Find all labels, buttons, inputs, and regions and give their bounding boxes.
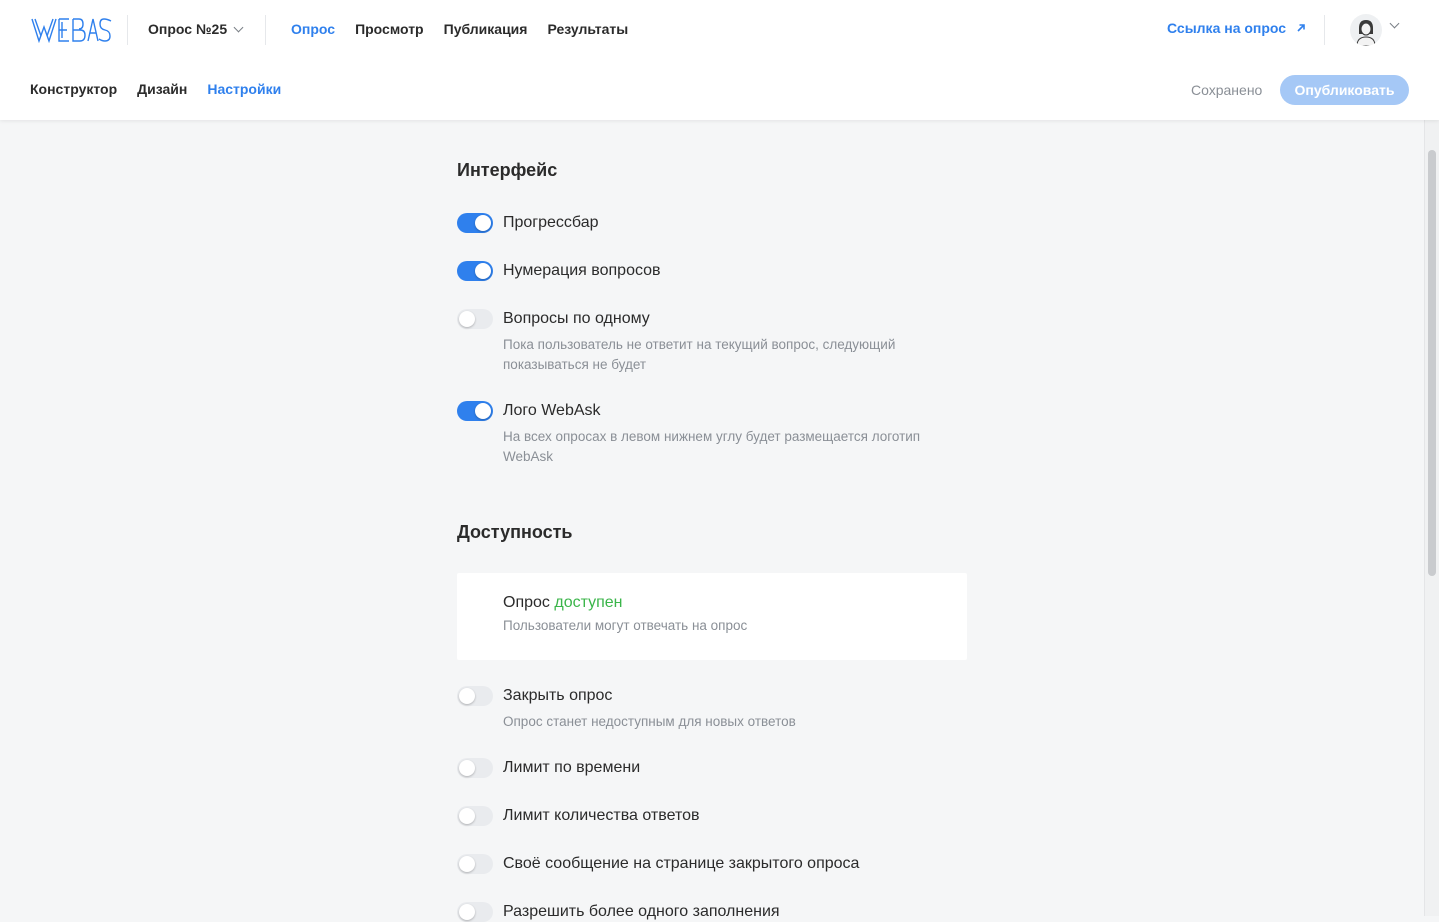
toggle-switch[interactable] [457,309,493,329]
chevron-down-icon[interactable] [1389,18,1400,29]
main-nav-row: Опрос №25 Опрос Просмотр Публикация Резу… [0,0,1439,60]
survey-name: Опрос №25 [148,21,228,37]
status-prefix: Опрос [503,594,550,611]
tab-survey[interactable]: Опрос [291,21,335,37]
toggle-knob [459,856,475,872]
option-label: Разрешить более одного заполнения [503,903,780,920]
webask-logo[interactable] [31,17,113,43]
option-label: Нумерация вопросов [503,262,661,279]
save-status: Сохранено [1191,82,1263,98]
section-title-interface: Интерфейс [457,160,558,180]
external-link-icon [1297,24,1305,32]
survey-link[interactable]: Ссылка на опрос [1167,20,1306,36]
option-description: Опрос станет недоступным для новых ответ… [503,714,796,729]
option-description: Пока пользователь не ответит на текущий … [503,337,896,372]
section-title-availability: Доступность [457,522,573,542]
toggle-knob [459,760,475,776]
divider [1324,15,1325,45]
tab-settings[interactable]: Настройки [207,81,281,97]
toggle-switch[interactable] [457,401,493,421]
toggle-switch[interactable] [457,806,493,826]
main-tabs: Опрос Просмотр Публикация Результаты [291,21,628,37]
tab-constructor[interactable]: Конструктор [30,81,117,97]
toggle-switch[interactable] [457,902,493,922]
toggle-switch[interactable] [457,854,493,874]
option-label: Лого WebAsk [503,402,601,419]
availability-status-card: Опрос доступен Пользователи могут отвеча… [457,573,967,660]
option-label: Лимит по времени [503,759,641,776]
tab-preview[interactable]: Просмотр [355,21,424,37]
toggle-knob [475,215,491,231]
option-label: Вопросы по одному [503,310,650,327]
availability-status: Опрос доступен [503,594,623,612]
chevron-down-icon [233,22,244,32]
divider [265,15,266,45]
divider [127,15,128,45]
toggle-knob [459,311,475,327]
tab-design[interactable]: Дизайн [137,81,187,97]
user-avatar-icon [1356,20,1376,46]
option-label: Закрыть опрос [503,687,613,704]
status-value: доступен [554,594,623,611]
toggle-switch[interactable] [457,213,493,233]
toggle-switch[interactable] [457,261,493,281]
sub-nav-row: Конструктор Дизайн Настройки Сохранено О… [0,60,1439,120]
option-description: На всех опросах в левом нижнем углу буде… [503,429,921,464]
option-label: Лимит количества ответов [503,807,700,824]
scrollbar-thumb[interactable] [1428,150,1436,576]
survey-selector[interactable]: Опрос №25 [148,21,244,37]
toggle-knob [459,904,475,920]
status-description: Пользователи могут отвечать на опрос [503,618,748,633]
toggle-knob [475,263,491,279]
toggle-knob [459,688,475,704]
publish-button[interactable]: Опубликовать [1280,75,1409,105]
tab-publication[interactable]: Публикация [444,21,528,37]
survey-link-label: Ссылка на опрос [1167,20,1287,36]
top-bar: Опрос №25 Опрос Просмотр Публикация Резу… [0,0,1439,120]
toggle-knob [475,403,491,419]
option-label: Своё сообщение на странице закрытого опр… [503,855,860,872]
avatar[interactable] [1350,14,1382,46]
toggle-switch[interactable] [457,686,493,706]
sub-tabs: Конструктор Дизайн Настройки [30,81,281,97]
option-label: Прогрессбар [503,214,599,231]
tab-results[interactable]: Результаты [547,21,628,37]
toggle-knob [459,808,475,824]
toggle-switch[interactable] [457,758,493,778]
scrollbar[interactable] [1424,120,1439,916]
